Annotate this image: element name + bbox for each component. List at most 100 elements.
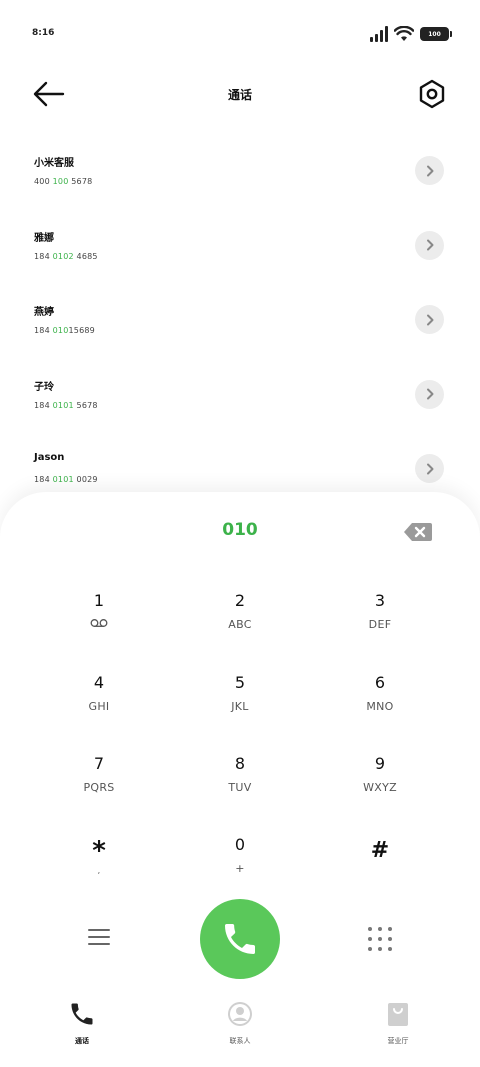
call-number: 184 01015689 — [34, 326, 95, 335]
key-3[interactable]: 3 DEF — [325, 590, 435, 660]
number-match: 0101 — [52, 475, 74, 484]
key-digit: 9 — [374, 754, 386, 773]
call-item[interactable]: 小米客服 400 100 5678 — [0, 132, 480, 207]
call-name: 小米客服 — [34, 158, 74, 169]
key-5[interactable]: 5 JKL — [185, 672, 295, 742]
detail-button[interactable] — [415, 230, 444, 260]
number-match: 0102 — [52, 251, 74, 261]
key-letters: DEF — [368, 618, 392, 631]
number-prefix: 184 — [34, 326, 53, 335]
number-suffix: 15689 — [68, 326, 95, 335]
chevron-right-icon — [426, 165, 433, 176]
chevron-right-icon — [426, 388, 433, 400]
tab-calls[interactable]: 通话 — [22, 1000, 142, 1046]
number-suffix: 5678 — [73, 400, 98, 410]
key-letters: JKL — [231, 700, 249, 713]
call-number: 184 0102 4685 — [34, 252, 98, 261]
call-name: 燕婷 — [34, 307, 54, 318]
call-item[interactable]: 子玲 184 0101 5678 — [0, 356, 480, 431]
status-icons: 100 — [370, 24, 452, 42]
backspace-button[interactable] — [403, 522, 433, 542]
call-number: 400 100 5678 — [34, 177, 92, 186]
tab-contacts[interactable]: 联系人 — [180, 1000, 300, 1046]
key-digit: 8 — [234, 754, 246, 773]
tab-label: 营业厅 — [387, 1037, 409, 1045]
page-title: 通话 — [227, 88, 252, 102]
key-digit: * — [92, 836, 106, 866]
key-digit: 2 — [234, 591, 246, 610]
header: 通话 — [0, 70, 480, 118]
key-hash[interactable]: # — [325, 834, 435, 904]
detail-button[interactable] — [415, 454, 444, 483]
key-letters — [44, 618, 154, 632]
phone-icon — [71, 1003, 93, 1025]
detail-button[interactable] — [415, 156, 444, 185]
call-button[interactable] — [200, 899, 280, 979]
number-match: 100 — [52, 177, 69, 186]
call-name: Jason — [34, 452, 65, 463]
key-8[interactable]: 8 TUV — [185, 753, 295, 823]
key-4[interactable]: 4 GHI — [44, 672, 154, 742]
number-prefix: 184 — [34, 251, 53, 261]
tab-bar: 通话 联系人 营业厅 — [0, 990, 480, 1067]
chevron-right-icon — [426, 463, 433, 474]
number-suffix: 5678 — [68, 177, 93, 186]
key-letters: TUV — [228, 781, 252, 794]
detail-button[interactable] — [415, 379, 444, 409]
phone-icon — [225, 924, 255, 954]
chevron-right-icon — [426, 239, 433, 251]
key-digit: 7 — [93, 754, 105, 773]
dialer-panel: 010 1 2 ABC 3 DEF 4 GHI 5 JKL 6 MNO 7 PQ… — [0, 492, 480, 1067]
battery-level: 100 — [428, 30, 441, 38]
key-7[interactable]: 7 PQRS — [44, 753, 154, 823]
arrow-left-icon — [33, 81, 65, 107]
dialer-actions — [0, 897, 480, 981]
tab-label: 联系人 — [229, 1037, 251, 1045]
key-letters: , — [97, 866, 101, 875]
settings-button[interactable] — [417, 78, 447, 110]
status-time: 8:16 — [32, 28, 55, 38]
key-6[interactable]: 6 MNO — [325, 672, 435, 742]
voicemail-icon — [90, 619, 108, 627]
number-match: 0101 — [52, 400, 74, 410]
call-number: 184 0101 0029 — [34, 475, 98, 484]
number-prefix: 184 — [34, 400, 53, 410]
shopping-bag-icon — [388, 1003, 408, 1026]
key-letters: MNO — [366, 700, 394, 713]
battery-icon: 100 — [420, 27, 452, 41]
key-digit: # — [370, 838, 390, 863]
tab-store[interactable]: 营业厅 — [338, 1000, 458, 1046]
key-digit: 0 — [234, 835, 246, 854]
call-item[interactable]: 燕婷 184 01015689 — [0, 281, 480, 356]
key-letters: ABC — [228, 618, 252, 631]
detail-button[interactable] — [415, 305, 444, 334]
call-name: 雅娜 — [34, 232, 54, 244]
number-match: 010 — [52, 326, 69, 335]
key-digit: 4 — [93, 673, 105, 692]
call-number: 184 0101 5678 — [34, 401, 98, 410]
menu-button[interactable] — [88, 929, 110, 947]
signal-icon — [370, 26, 388, 42]
number-suffix: 4685 — [73, 251, 98, 261]
key-2[interactable]: 2 ABC — [185, 590, 295, 660]
call-name: 子玲 — [34, 381, 54, 393]
number-prefix: 400 — [34, 177, 53, 186]
number-prefix: 184 — [34, 475, 53, 484]
key-9[interactable]: 9 WXYZ — [325, 753, 435, 823]
number-suffix: 0029 — [73, 475, 98, 484]
key-letters: GHI — [88, 700, 110, 713]
key-digit: 3 — [374, 591, 386, 610]
call-item[interactable]: 雅娜 184 0102 4685 — [0, 207, 480, 282]
call-list: 小米客服 400 100 5678 雅娜 184 0102 4685 燕婷 18… — [0, 132, 480, 505]
key-star[interactable]: * , — [44, 834, 154, 904]
key-digit: 5 — [234, 673, 246, 692]
wifi-icon — [394, 26, 414, 41]
settings-hexagon-icon — [419, 79, 445, 109]
key-0[interactable]: 0 + — [185, 834, 295, 904]
keypad-toggle-button[interactable] — [368, 927, 392, 951]
key-letters: + — [235, 862, 245, 875]
back-button[interactable] — [32, 78, 66, 110]
backspace-icon — [404, 523, 432, 541]
tab-label: 通话 — [75, 1037, 89, 1045]
key-1[interactable]: 1 — [44, 590, 154, 660]
